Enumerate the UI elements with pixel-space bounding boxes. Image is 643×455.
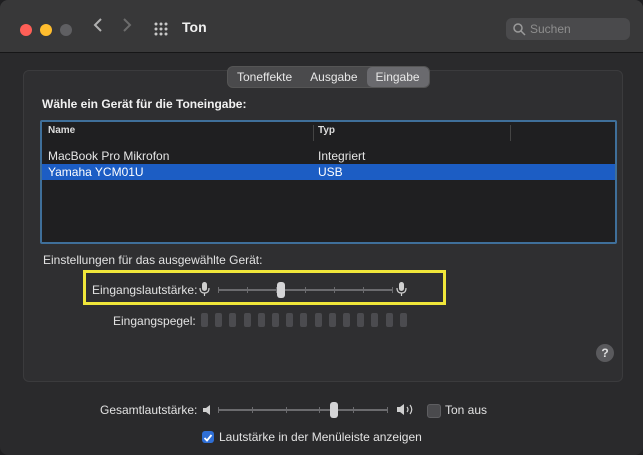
level-segment [328, 313, 336, 327]
output-volume-label: Gesamtlautstärke: [100, 403, 198, 417]
title-bar: Ton Suchen [0, 0, 643, 53]
slider-tick [392, 287, 393, 293]
input-volume-slider[interactable] [218, 280, 393, 300]
slider-tick [334, 287, 335, 293]
slider-tick [305, 287, 306, 293]
search-field[interactable]: Suchen [506, 18, 630, 40]
level-segment [201, 313, 208, 327]
level-segment [371, 313, 379, 327]
chevron-right-icon [123, 18, 132, 32]
output-volume-slider[interactable] [218, 400, 388, 420]
input-level-label: Eingangspegel: [113, 314, 196, 328]
search-placeholder: Suchen [530, 22, 571, 36]
table-row[interactable]: Yamaha YCM01U USB [42, 164, 615, 180]
slider-tick [218, 407, 219, 413]
device-name: MacBook Pro Mikrofon [48, 149, 170, 163]
level-segment [357, 313, 365, 327]
slider-knob[interactable] [330, 402, 338, 418]
menubar-label: Lautstärke in der Menüleiste anzeigen [219, 430, 422, 444]
table-row[interactable]: MacBook Pro Mikrofon Integriert [42, 148, 615, 164]
speaker-low-icon [203, 405, 210, 415]
close-window-button[interactable] [20, 24, 32, 36]
mute-checkbox[interactable] [427, 404, 441, 418]
device-name: Yamaha YCM01U [48, 165, 144, 179]
slider-knob[interactable] [277, 282, 285, 298]
back-button[interactable] [92, 16, 104, 39]
tab-bar: Toneffekte Ausgabe Eingabe [227, 66, 430, 88]
microphone-low-icon [199, 282, 210, 296]
column-divider [510, 125, 511, 141]
level-segment [385, 313, 393, 327]
level-segment [343, 313, 350, 327]
slider-tick [286, 407, 287, 413]
grid-icon[interactable] [154, 22, 168, 36]
settings-heading: Einstellungen für das ausgewählte Gerät: [43, 253, 263, 267]
search-icon [513, 23, 526, 36]
input-volume-label: Eingangslautstärke: [92, 283, 198, 297]
tab-toneffekte[interactable]: Toneffekte [228, 67, 301, 87]
column-header-name[interactable]: Name [48, 125, 75, 143]
minimize-window-button[interactable] [40, 24, 52, 36]
mute-label: Ton aus [445, 403, 488, 417]
chevron-left-icon [93, 18, 102, 32]
slider-tick [387, 407, 388, 413]
slider-track [218, 409, 388, 411]
device-heading: Wähle ein Gerät für die Toneingabe: [42, 97, 247, 111]
device-type: USB [318, 165, 343, 179]
tab-eingabe[interactable]: Eingabe [366, 67, 429, 87]
slider-tick [353, 407, 354, 413]
slider-tick [363, 287, 364, 293]
sound-preferences-window: Ton Suchen Toneffekte Ausgabe Eingabe Wä… [0, 0, 643, 455]
level-segment [229, 313, 237, 327]
tab-ausgabe[interactable]: Ausgabe [301, 67, 366, 87]
level-segment [286, 313, 294, 327]
level-segment [300, 313, 308, 327]
device-type: Integriert [318, 149, 366, 163]
device-table[interactable]: Name Typ MacBook Pro Mikrofon Integriert… [40, 120, 617, 244]
forward-button[interactable] [121, 16, 133, 39]
slider-tick [247, 287, 248, 293]
level-segment [314, 313, 322, 327]
column-divider [313, 125, 314, 141]
slider-tick [319, 407, 320, 413]
level-segment [399, 313, 407, 327]
window-title: Ton [182, 19, 207, 35]
level-segment [243, 313, 251, 327]
menubar-checkbox[interactable] [202, 431, 214, 443]
speaker-high-icon [397, 404, 413, 415]
column-header-type[interactable]: Typ [318, 125, 335, 143]
slider-tick [252, 407, 253, 413]
level-segment [272, 313, 279, 327]
slider-tick [218, 287, 219, 293]
microphone-high-icon [396, 282, 407, 296]
zoom-window-button[interactable] [60, 24, 72, 36]
help-button[interactable]: ? [596, 344, 614, 362]
checkmark-icon [203, 434, 213, 442]
level-segment [257, 313, 265, 327]
level-segment [215, 313, 223, 327]
